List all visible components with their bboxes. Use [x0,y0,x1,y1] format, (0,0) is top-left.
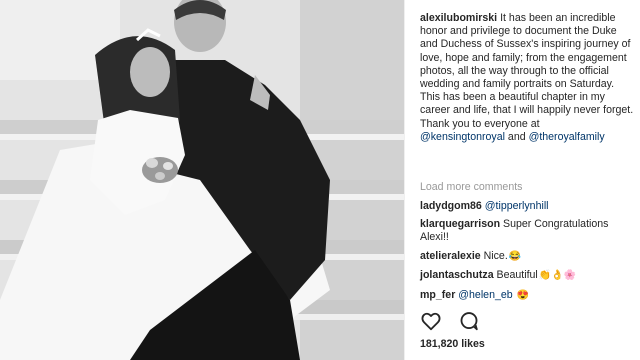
comment-username[interactable]: jolantaschutza [420,269,494,281]
post-actions-bar [420,310,492,332]
load-more-comments-link[interactable]: Load more comments [420,181,522,193]
wedding-photo-illustration [0,0,404,360]
mention-link-theroyalfamily[interactable]: @theroyalfamily [529,131,605,143]
heart-eyes-emoji-icon: 😍 [516,290,530,301]
caption-author-username[interactable]: alexilubomirski [420,12,497,24]
comment-username[interactable]: klarquegarrison [420,218,500,230]
comment-bubble-icon[interactable] [458,310,480,332]
comment-username[interactable]: ladydgom86 [420,200,482,212]
post-details-panel: alexilubomirski It has been an incredibl… [404,0,640,360]
caption-thanks-line: Thank you to everyone at [420,117,540,130]
comment-text: Nice. [483,250,508,262]
clap-ok-flower-emoji-icon: 👏👌🌸 [538,270,577,281]
post-caption: alexilubomirski It has been an incredibl… [420,12,636,144]
caption-and-word: and [507,130,526,143]
post-photo[interactable] [0,0,404,360]
comment-item: jolantaschutza Beautiful👏👌🌸 [420,269,638,282]
comment-mention[interactable]: @helen_eb [458,289,512,301]
comment-item: ladydgom86 @tipperlynhill [420,200,638,213]
caption-text: It has been an incredible honor and priv… [420,12,634,117]
comment-item: mp_fer @helen_eb 😍 [420,289,638,302]
heart-outline-icon[interactable] [420,310,442,332]
comment-username[interactable]: mp_fer [420,289,455,301]
comment-username[interactable]: atelieralexie [420,250,481,262]
comment-item: atelieralexie Nice.😂 [420,250,638,263]
comment-item: klarquegarrison Super Congratulations Al… [420,218,638,244]
comment-mention[interactable]: @tipperlynhill [485,200,549,212]
comment-text: Beautiful [496,269,538,281]
laughing-emoji-icon: 😂 [508,251,522,262]
mention-link-kensingtonroyal[interactable]: @kensingtonroyal [420,131,505,143]
likes-count[interactable]: 181,820 likes [420,338,485,350]
